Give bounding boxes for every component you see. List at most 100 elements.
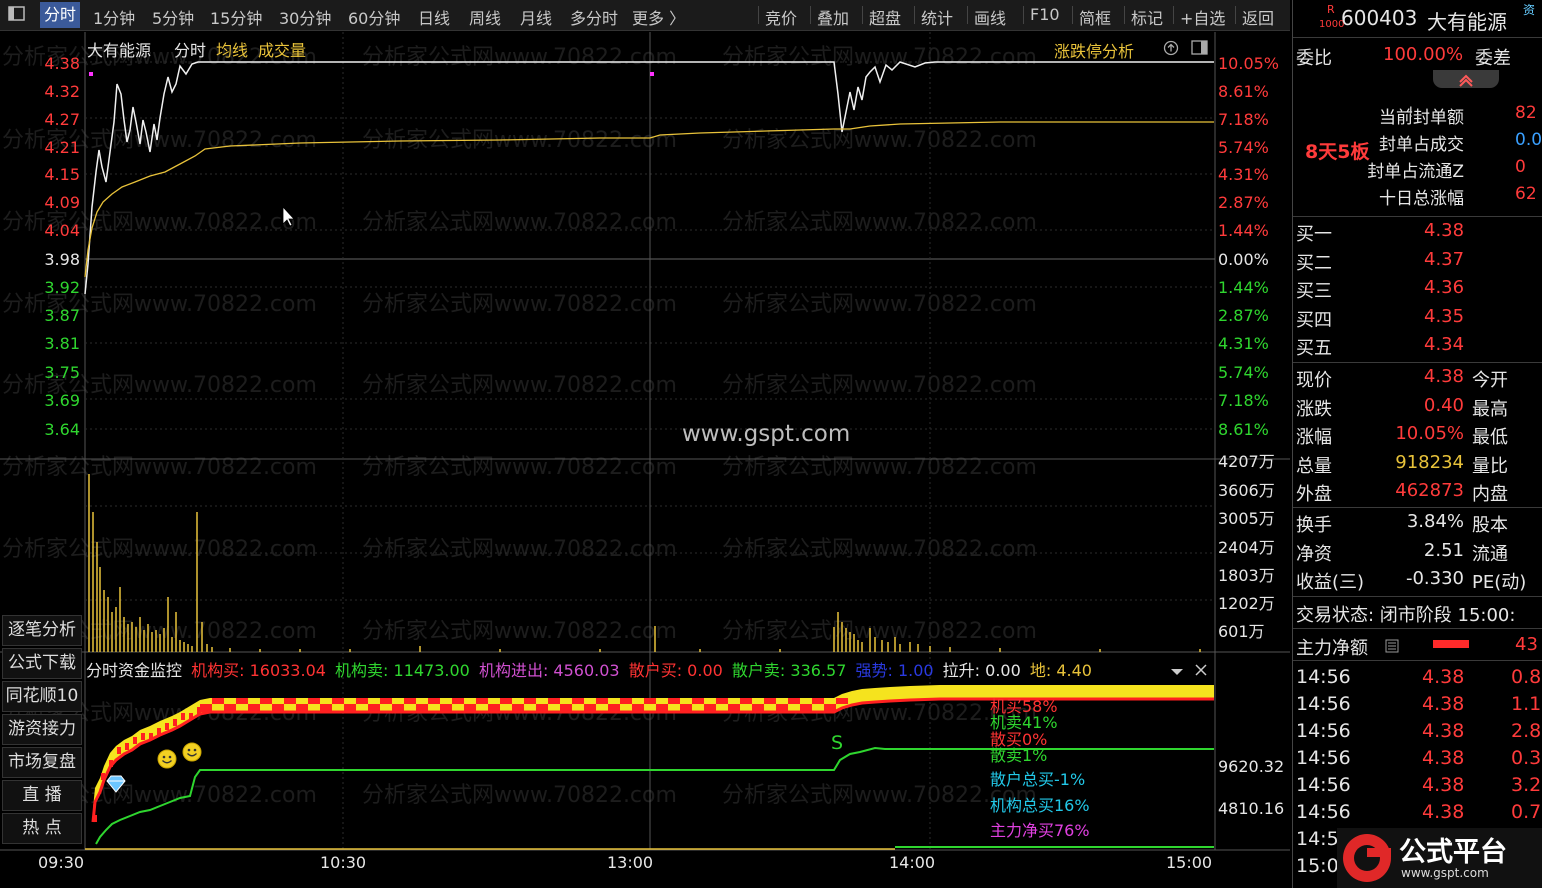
stat-label-secondary: 流通	[1472, 544, 1508, 565]
alert-icon: !	[1408, 105, 1414, 121]
toolbar-divider	[758, 6, 759, 24]
stock-name-label: 大有能源	[87, 41, 152, 60]
toolbar-divider	[1124, 6, 1125, 24]
pct-tick-label: 4.31%	[1218, 165, 1269, 184]
tick-price: 4.38	[1422, 774, 1465, 796]
intraday-chart[interactable]: 分析家公式网www.70822.com 分析家公式网www.70822.com 分析…	[0, 32, 1290, 888]
tick-price: 4.38	[1422, 747, 1465, 769]
time-tick-label: 10:30	[320, 853, 367, 872]
close-icon[interactable]	[1195, 661, 1207, 680]
background-watermark: 分析家公式网www.70822.com	[722, 619, 1037, 644]
stat-label: 收益(三)	[1296, 572, 1365, 593]
seal-info-label: 封单占成交	[1379, 135, 1464, 155]
tab-period-1[interactable]: 1分钟	[93, 5, 135, 29]
quote-label-secondary: 最高	[1472, 399, 1508, 420]
tab-period-8[interactable]: 月线	[520, 5, 552, 29]
tool-button-5[interactable]: F10	[1030, 5, 1060, 24]
quote-header: R 1000 600403 大有能源 资	[1293, 0, 1542, 38]
price-tick-label: 3.64	[44, 420, 80, 439]
tab-period-5[interactable]: 60分钟	[348, 5, 400, 29]
side-button-5[interactable]: 直 播	[2, 780, 82, 811]
toolbar-divider	[914, 6, 915, 24]
volume-tick-label: 1202万	[1218, 594, 1275, 613]
quote-label: 涨幅	[1296, 427, 1332, 448]
layout-icon[interactable]	[1191, 40, 1209, 60]
fund-corner-icon[interactable]: 资	[1523, 1, 1535, 18]
marker-dot	[89, 72, 93, 76]
avg-line-legend[interactable]: 均线	[216, 37, 248, 61]
tab-period-10[interactable]: 更多 〉	[632, 5, 685, 29]
list-icon[interactable]	[1385, 638, 1399, 657]
limit-analysis-button[interactable]: 涨跌停分析	[1054, 38, 1134, 62]
tab-period-7[interactable]: 周线	[469, 5, 501, 29]
fund-monitor-title: 分时资金监控	[86, 661, 183, 680]
volume-tick-label: 2404万	[1218, 538, 1275, 557]
price-tick-label: 4.32	[44, 82, 80, 101]
tab-period-6[interactable]: 日线	[418, 5, 450, 29]
tool-button-1[interactable]: 叠加	[817, 5, 849, 29]
weibi-value: 100.00%	[1383, 44, 1464, 65]
quote-label: 现价	[1296, 370, 1332, 391]
tool-button-4[interactable]: 画线	[974, 5, 1006, 29]
chevron-up-icon	[1459, 74, 1473, 87]
tool-button-3[interactable]: 统计	[921, 5, 953, 29]
tab-period-9[interactable]: 多分时	[570, 5, 618, 29]
pct-tick-label: 2.87%	[1218, 193, 1269, 212]
pct-tick-label: 5.74%	[1218, 138, 1269, 157]
side-button-4[interactable]: 市场复盘	[2, 747, 82, 778]
toolbar-divider	[1072, 6, 1073, 24]
fund-tick-label: 4810.16	[1218, 799, 1285, 818]
background-watermark: 分析家公式网www.70822.com	[722, 210, 1037, 235]
quote-label: 总量	[1296, 456, 1332, 477]
inst-buy-value: 机构买: 16033.04	[191, 661, 326, 680]
seal-info-label: 封单占流通Z	[1367, 162, 1464, 182]
tab-period-0[interactable]: 分时	[40, 2, 81, 28]
tool-button-7[interactable]: 标记	[1131, 5, 1163, 29]
volume-legend[interactable]: 成交量	[258, 37, 306, 61]
toolbar-divider	[862, 6, 863, 24]
tab-period-4[interactable]: 30分钟	[279, 5, 331, 29]
tool-button-2[interactable]: 超盘	[869, 5, 901, 29]
side-button-6[interactable]: 热 点	[2, 813, 82, 844]
time-tick-label: 09:30	[38, 853, 85, 872]
main-net-bar	[1433, 640, 1469, 648]
tool-button-9[interactable]: 返回	[1242, 5, 1274, 29]
pct-tick-label: 8.61%	[1218, 82, 1269, 101]
tick-time: 14:56	[1296, 693, 1351, 715]
toolbar-divider	[1023, 6, 1024, 24]
tab-period-2[interactable]: 5分钟	[152, 5, 194, 29]
quote-panel: R 1000 600403 大有能源 资 委比 100.00% 委差 8天5板 …	[1292, 0, 1542, 888]
tick-volume: 0.3	[1511, 747, 1542, 769]
side-button-1[interactable]: 公式下载	[2, 648, 82, 679]
tool-button-8[interactable]: +自选	[1180, 5, 1225, 29]
collapse-button[interactable]	[1433, 70, 1499, 88]
pct-tick-label: 7.18%	[1218, 110, 1269, 129]
volume-tick-label: 601万	[1218, 622, 1265, 641]
pct-tick-label: 8.61%	[1218, 420, 1269, 439]
main-net-value: 43	[1515, 634, 1538, 655]
side-button-3[interactable]: 游资接力	[2, 714, 82, 745]
bid-label: 买四	[1296, 310, 1332, 331]
quote-label-secondary: 今开	[1472, 370, 1508, 391]
tool-button-0[interactable]: 竞价	[765, 5, 797, 29]
tool-button-6[interactable]: 简框	[1079, 5, 1111, 29]
background-watermark: 分析家公式网www.70822.com	[362, 537, 677, 562]
fund-tick-label: 9620.32	[1218, 757, 1285, 776]
panel-toggle-icon[interactable]	[8, 6, 26, 26]
side-button-0[interactable]: 逐笔分析	[2, 615, 82, 646]
lift-value: 拉升: 0.00	[942, 661, 1021, 680]
background-watermark: 分析家公式网www.70822.com	[722, 537, 1037, 562]
background-watermark: 分析家公式网www.70822.com	[362, 619, 677, 644]
dropdown-icon[interactable]	[1170, 662, 1184, 681]
quote-value: 918234	[1395, 452, 1464, 473]
price-tick-label: 3.81	[44, 334, 80, 353]
toolbar-divider	[1173, 6, 1174, 24]
pct-tick-label: 2.87%	[1218, 306, 1269, 325]
retail-buy-value: 散户买: 0.00	[628, 661, 723, 680]
side-button-2[interactable]: 同花顺10	[2, 681, 82, 712]
seal-info-value: 0.0	[1515, 130, 1542, 150]
zoom-icon[interactable]	[1163, 40, 1179, 60]
pct-tick-label: 5.74%	[1218, 363, 1269, 382]
stock-code: 600403	[1341, 6, 1418, 30]
tab-period-3[interactable]: 15分钟	[210, 5, 262, 29]
